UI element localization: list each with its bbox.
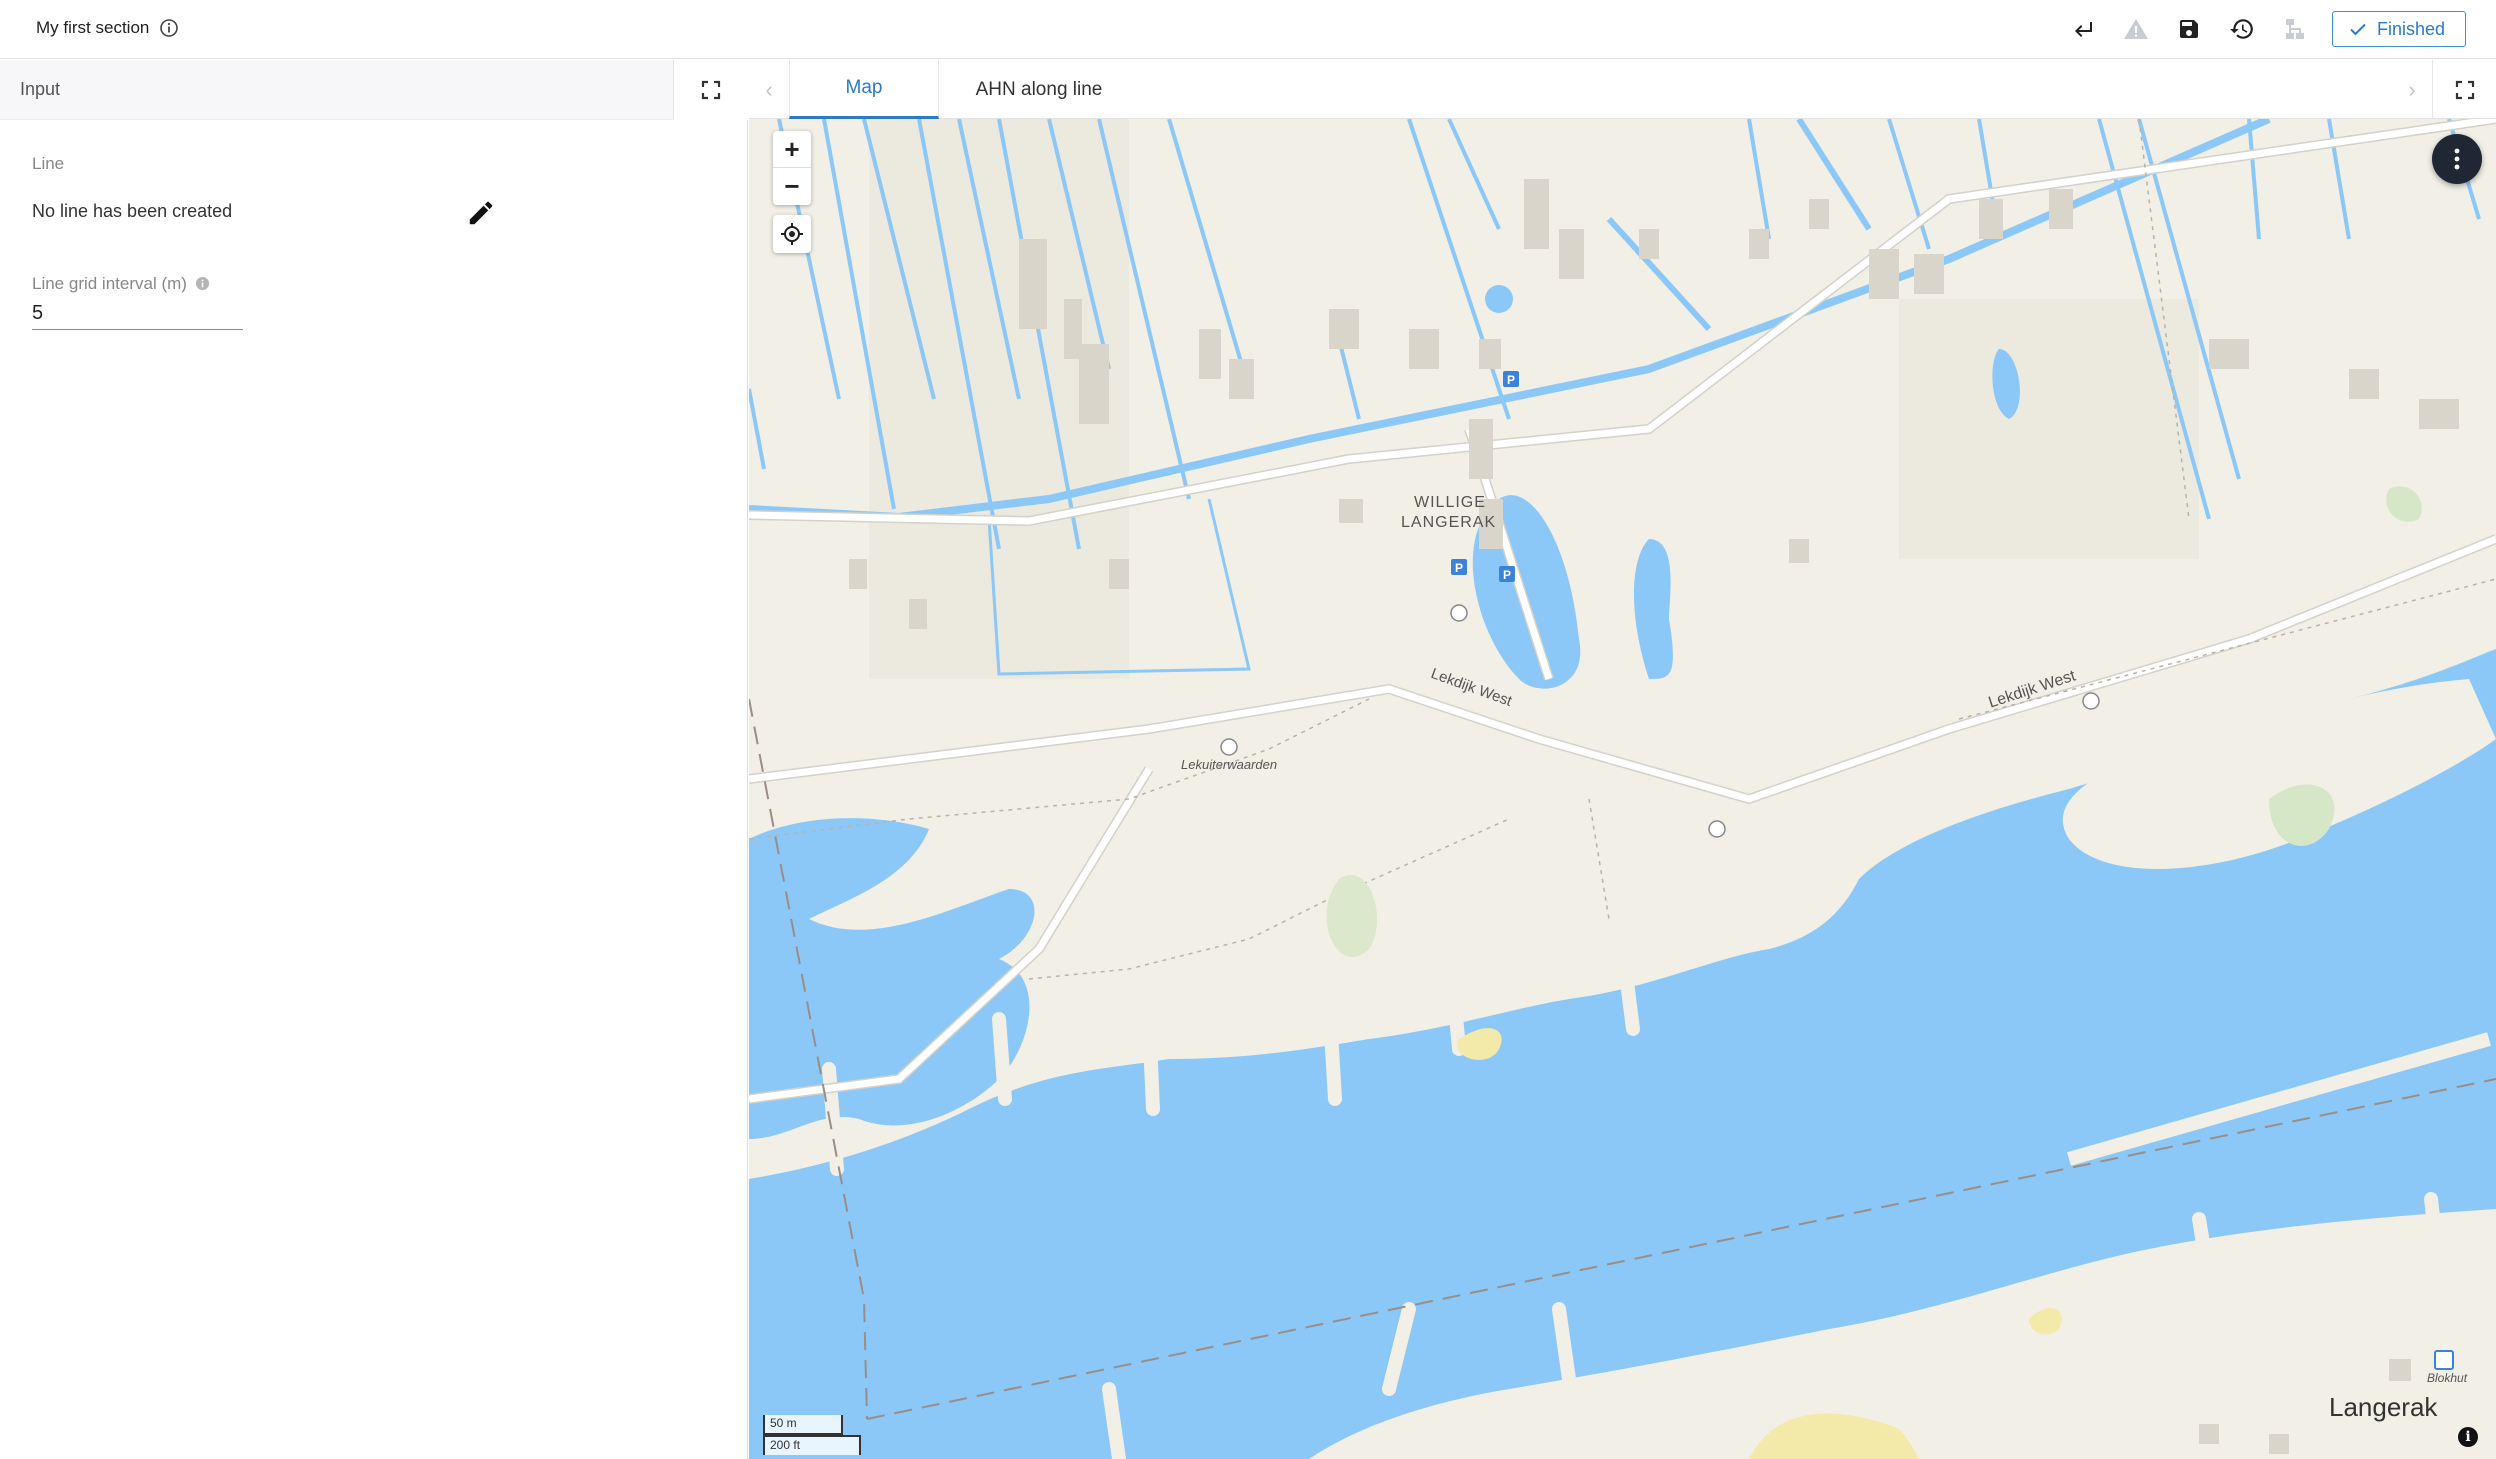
grid-interval-caption: Line grid interval (m) — [32, 274, 210, 294]
fullscreen-icon[interactable] — [673, 60, 748, 120]
locate-icon[interactable] — [773, 215, 811, 253]
map-fullscreen-icon[interactable] — [2432, 60, 2496, 119]
map-canvas[interactable]: P P P WILLIGE LANGERAK Lekdijk West Lekd… — [749, 119, 2496, 1459]
svg-text:P: P — [1507, 373, 1515, 387]
tab-map[interactable]: Map — [789, 60, 939, 119]
map-label-town: Langerak — [2329, 1392, 2438, 1422]
zoom-in-button[interactable]: + — [773, 131, 811, 168]
map-label-blokhut: Blokhut — [2427, 1371, 2468, 1385]
svg-text:P: P — [1455, 561, 1463, 575]
zoom-out-button[interactable]: − — [773, 168, 811, 205]
tab-scroll-right-icon[interactable]: › — [2392, 60, 2432, 119]
save-icon[interactable] — [2173, 13, 2205, 45]
line-field-caption: Line — [32, 154, 65, 173]
finished-label: Finished — [2376, 18, 2445, 39]
top-bar: My first section Finished — [0, 0, 2496, 59]
enter-return-icon[interactable] — [2067, 13, 2099, 45]
page-title: My first section — [36, 18, 179, 38]
map-scale: 50 m 200 ft — [763, 1415, 861, 1455]
map-label-poi: Lekuiterwaarden — [1181, 757, 1278, 772]
more-options-button[interactable] — [2432, 134, 2482, 184]
zoom-controls: + − — [773, 131, 811, 205]
grid-interval-input[interactable]: 5 — [32, 296, 243, 330]
toolbar-actions: Finished — [2067, 11, 2466, 47]
section-title: My first section — [36, 18, 150, 37]
tab-bar: ‹ Map AHN along line › — [749, 60, 2496, 119]
map-label-langerak-village: LANGERAK — [1401, 514, 1497, 531]
more-vert-icon — [2454, 148, 2460, 170]
map-basemap: P P P — [749, 119, 2496, 1459]
edit-pencil-icon[interactable] — [466, 198, 496, 228]
grid-interval-label: Line grid interval (m) — [32, 274, 187, 293]
input-panel-header: Input — [0, 60, 748, 120]
tab-ahn-along-line[interactable]: AHN along line — [939, 60, 1139, 119]
line-field-value: No line has been created — [32, 201, 233, 221]
attribution-info-icon[interactable]: i — [2458, 1427, 2478, 1447]
history-icon[interactable] — [2226, 13, 2258, 45]
warning-icon[interactable] — [2120, 13, 2152, 45]
info-icon[interactable] — [159, 18, 179, 38]
scale-metric: 50 m — [763, 1415, 843, 1435]
svg-text:P: P — [1503, 568, 1511, 582]
scale-imperial: 200 ft — [763, 1435, 861, 1455]
map-label-willige: WILLIGE — [1414, 494, 1486, 511]
help-info-icon[interactable] — [195, 276, 210, 291]
check-icon — [2350, 23, 2366, 36]
input-panel-title: Input — [20, 79, 61, 99]
hierarchy-icon[interactable] — [2279, 13, 2311, 45]
input-panel: Input Line No line has been created Line… — [0, 60, 748, 1459]
finished-button[interactable]: Finished — [2331, 11, 2466, 47]
map-panel: ‹ Map AHN along line › P P P WILLIGE LAN… — [749, 60, 2496, 1459]
tab-scroll-left-icon[interactable]: ‹ — [749, 60, 789, 119]
